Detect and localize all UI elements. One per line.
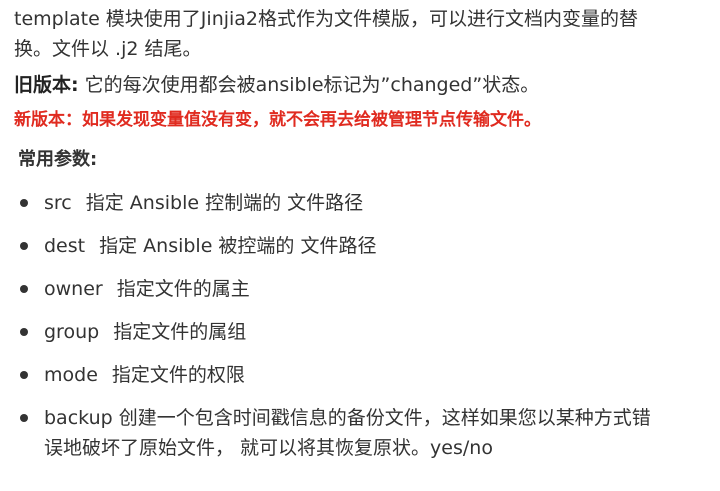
param-desc: 指定文件的权限 <box>111 364 245 386</box>
bullet-icon <box>20 371 28 379</box>
bullet-icon <box>20 199 28 207</box>
param-name: owner <box>44 278 103 300</box>
new-version-note: 新版本：如果发现变量值没有变，就不会再去给被管理节点传输文件。 <box>14 110 541 130</box>
param-name: src <box>44 192 72 214</box>
param-name: mode <box>44 364 98 386</box>
param-desc: 指定 Ansible 被控端的 文件路径 <box>99 235 377 257</box>
param-list: src 指定 Ansible 控制端的 文件路径 dest 指定 Ansible 被… <box>14 188 704 463</box>
bullet-icon <box>20 414 28 422</box>
intro-line-2: 换。文件以 .j2 结尾。 <box>14 38 202 60</box>
document-page: template 模块使用了Jinjia2格式作为文件模版，可以进行文档内变量的… <box>0 0 720 491</box>
params-heading: 常用参数: <box>18 149 98 170</box>
param-desc-continued: 误地破坏了原始文件， 就可以将其恢复原状。yes/no <box>44 437 493 459</box>
bullet-icon <box>20 285 28 293</box>
list-item: group 指定文件的属组 <box>18 317 704 347</box>
param-desc: 指定 Ansible 控制端的 文件路径 <box>85 192 364 214</box>
param-desc: 创建一个包含时间戳信息的备份文件，这样如果您以某种方式错 <box>118 407 651 429</box>
bullet-icon <box>20 328 28 336</box>
list-item: src 指定 Ansible 控制端的 文件路径 <box>18 188 704 218</box>
list-item: mode 指定文件的权限 <box>18 360 704 390</box>
param-desc: 指定文件的属组 <box>113 321 247 343</box>
param-name: dest <box>44 235 86 257</box>
list-item: backup 创建一个包含时间戳信息的备份文件，这样如果您以某种方式错 误地破坏… <box>18 403 704 463</box>
param-name: backup <box>44 407 113 429</box>
param-desc: 指定文件的属主 <box>116 278 250 300</box>
list-item: owner 指定文件的属主 <box>18 274 704 304</box>
old-version-note: 旧版本: 它的每次使用都会被ansible标记为”changed”状态。 <box>14 70 704 100</box>
bullet-icon <box>20 242 28 250</box>
old-version-text: 它的每次使用都会被ansible标记为”changed”状态。 <box>78 74 540 96</box>
old-version-label: 旧版本: <box>14 74 79 96</box>
list-item: dest 指定 Ansible 被控端的 文件路径 <box>18 231 704 261</box>
param-name: group <box>44 321 100 343</box>
intro-line-1: template 模块使用了Jinjia2格式作为文件模版，可以进行文档内变量的… <box>14 8 639 30</box>
intro-paragraph: template 模块使用了Jinjia2格式作为文件模版，可以进行文档内变量的… <box>14 4 704 64</box>
